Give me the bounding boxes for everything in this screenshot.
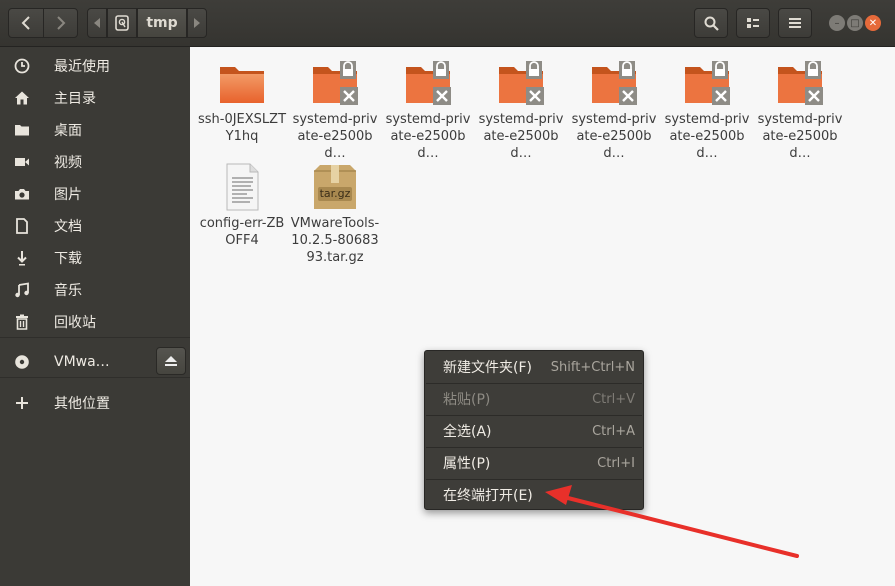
annotation-arrow [545, 485, 799, 558]
file-manager-window: tmp – □ ✕ 最近使用 主目录 桌面 视频 图片 文档 下载 音乐 回收站… [0, 0, 895, 586]
